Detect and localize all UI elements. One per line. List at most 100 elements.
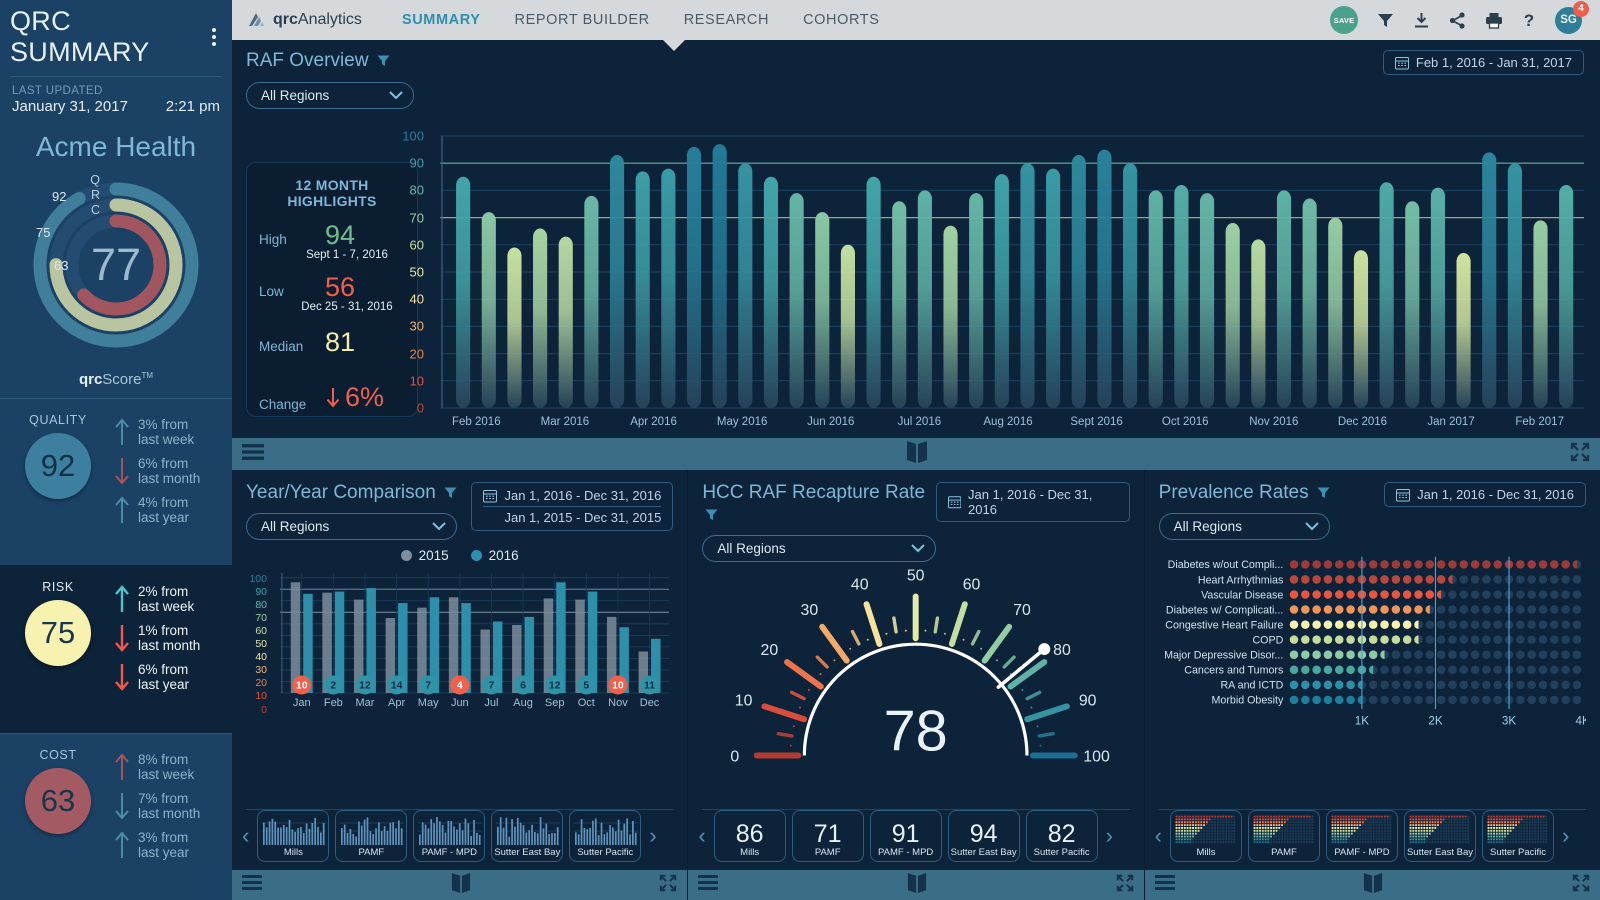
prevalence-dot[interactable]: [1300, 680, 1310, 690]
facility-card[interactable]: 82 Sutter Pacific: [1025, 810, 1098, 862]
prevalence-dot[interactable]: [1345, 650, 1355, 659]
prevalence-dot[interactable]: [1527, 605, 1536, 614]
raf-bar[interactable]: [1123, 163, 1138, 408]
prevalence-dot[interactable]: [1300, 635, 1310, 644]
prevalence-dot[interactable]: [1470, 635, 1480, 644]
prevalence-dot[interactable]: [1289, 650, 1298, 659]
prevalence-dot[interactable]: [1425, 650, 1434, 659]
prevalence-dot[interactable]: [1402, 560, 1412, 569]
prevalence-dot[interactable]: [1289, 620, 1298, 629]
prevalence-dot[interactable]: [1538, 695, 1547, 705]
raf-bar[interactable]: [1276, 190, 1292, 408]
prevalence-dot[interactable]: [1391, 575, 1400, 584]
prevalence-dot[interactable]: [1470, 560, 1480, 569]
raf-bar[interactable]: [456, 176, 471, 408]
raf-bar[interactable]: [789, 193, 804, 408]
facility-card[interactable]: 86 Mills: [713, 810, 786, 862]
prevalence-dot[interactable]: [1527, 590, 1536, 599]
prevalence-dot[interactable]: [1470, 590, 1480, 599]
prevalence-dot[interactable]: [1345, 590, 1355, 599]
carousel-prev-button[interactable]: ‹: [240, 825, 251, 847]
prevalence-dot[interactable]: [1391, 665, 1400, 675]
prevalence-dot[interactable]: [1391, 590, 1400, 599]
raf-bar[interactable]: [584, 195, 599, 408]
prevalence-dot[interactable]: [1391, 695, 1400, 705]
tab-report-builder[interactable]: REPORT BUILDER: [515, 12, 650, 28]
raf-bar[interactable]: [1328, 217, 1343, 408]
print-icon[interactable]: [1485, 12, 1503, 29]
prevalence-dot[interactable]: [1379, 695, 1389, 705]
prevalence-dot[interactable]: [1312, 695, 1321, 705]
prevalence-dot[interactable]: [1561, 680, 1570, 690]
prevalence-dot[interactable]: [1379, 680, 1389, 690]
prevalence-dot[interactable]: [1549, 650, 1559, 659]
prevalence-dot[interactable]: [1538, 620, 1547, 629]
raf-bar[interactable]: [1507, 163, 1522, 408]
prevalence-dot[interactable]: [1289, 665, 1298, 675]
prevalence-dot[interactable]: [1436, 575, 1446, 584]
prevalence-dot[interactable]: [1549, 635, 1559, 644]
prevalence-dot[interactable]: [1323, 665, 1332, 675]
prevalence-dot[interactable]: [1379, 665, 1389, 675]
prevalence-dot[interactable]: [1391, 680, 1400, 690]
facility-card[interactable]: PAMF - MPD: [1325, 810, 1398, 862]
prevalence-dot[interactable]: [1515, 605, 1525, 614]
hcc-date-range[interactable]: Jan 1, 2016 - Dec 31, 2016: [935, 482, 1130, 522]
prevalence-dot[interactable]: [1447, 695, 1457, 705]
prevalence-dot[interactable]: [1312, 680, 1321, 690]
legend-item[interactable]: 2016: [470, 548, 519, 563]
prevalence-dot[interactable]: [1334, 590, 1344, 599]
prevalence-dot[interactable]: [1334, 695, 1344, 705]
raf-bar[interactable]: [738, 163, 753, 408]
help-icon[interactable]: ?: [1522, 11, 1536, 29]
raf-bar[interactable]: [712, 144, 727, 408]
prevalence-dot[interactable]: [1402, 665, 1412, 675]
prevalence-dot[interactable]: [1334, 680, 1344, 690]
prevalence-dot[interactable]: [1527, 680, 1536, 690]
prevalence-dot[interactable]: [1323, 620, 1332, 629]
prevalence-dot[interactable]: [1515, 635, 1525, 644]
prevalence-dot[interactable]: [1368, 620, 1378, 629]
prevalence-dot[interactable]: [1549, 575, 1559, 584]
prevalence-dot[interactable]: [1493, 605, 1502, 614]
prevalence-dot[interactable]: [1481, 665, 1491, 675]
prevalence-dot[interactable]: [1312, 590, 1321, 599]
prevalence-dot[interactable]: [1470, 620, 1480, 629]
prevalence-dot[interactable]: [1459, 620, 1468, 629]
prevalence-dot[interactable]: [1527, 620, 1536, 629]
prevalence-dot[interactable]: [1481, 560, 1491, 569]
hamburger-menu-icon[interactable]: [698, 875, 719, 895]
prevalence-dot[interactable]: [1538, 605, 1547, 614]
prevalence-dot[interactable]: [1289, 635, 1298, 644]
facility-card[interactable]: 94 Sutter East Bay: [947, 810, 1020, 862]
prevalence-dot[interactable]: [1436, 665, 1446, 675]
prevalence-dot[interactable]: [1493, 650, 1502, 659]
prevalence-dot[interactable]: [1436, 635, 1446, 644]
prevalence-dot[interactable]: [1459, 695, 1468, 705]
prevalence-dot[interactable]: [1572, 605, 1581, 614]
prevalence-dot[interactable]: [1345, 620, 1355, 629]
prevalence-dot[interactable]: [1345, 635, 1355, 644]
prevalence-dot[interactable]: [1481, 605, 1491, 614]
hamburger-menu-icon[interactable]: [1154, 875, 1175, 895]
facility-card[interactable]: Sutter East Bay: [1403, 810, 1476, 862]
raf-bar[interactable]: [481, 212, 496, 408]
prevalence-dot[interactable]: [1289, 680, 1298, 690]
prevalence-dot[interactable]: [1300, 620, 1310, 629]
prevalence-dot[interactable]: [1300, 605, 1310, 614]
prevalence-dot[interactable]: [1459, 680, 1468, 690]
prevalence-dot[interactable]: [1459, 665, 1468, 675]
prevalence-dot[interactable]: [1447, 650, 1457, 659]
prevalence-dot[interactable]: [1538, 575, 1547, 584]
prevalence-dot[interactable]: [1413, 665, 1423, 675]
prevalence-dot[interactable]: [1447, 560, 1457, 569]
prevalence-dot[interactable]: [1436, 560, 1446, 569]
raf-bar[interactable]: [994, 174, 1009, 408]
prevalence-dot[interactable]: [1436, 680, 1446, 690]
prevalence-dot[interactable]: [1300, 560, 1310, 569]
raf-bar[interactable]: [661, 168, 676, 408]
prevalence-dot[interactable]: [1425, 590, 1434, 599]
raf-date-range[interactable]: Feb 1, 2016 - Jan 31, 2017: [1382, 50, 1584, 75]
raf-bar[interactable]: [1148, 190, 1163, 408]
prevalence-dot[interactable]: [1312, 620, 1321, 629]
